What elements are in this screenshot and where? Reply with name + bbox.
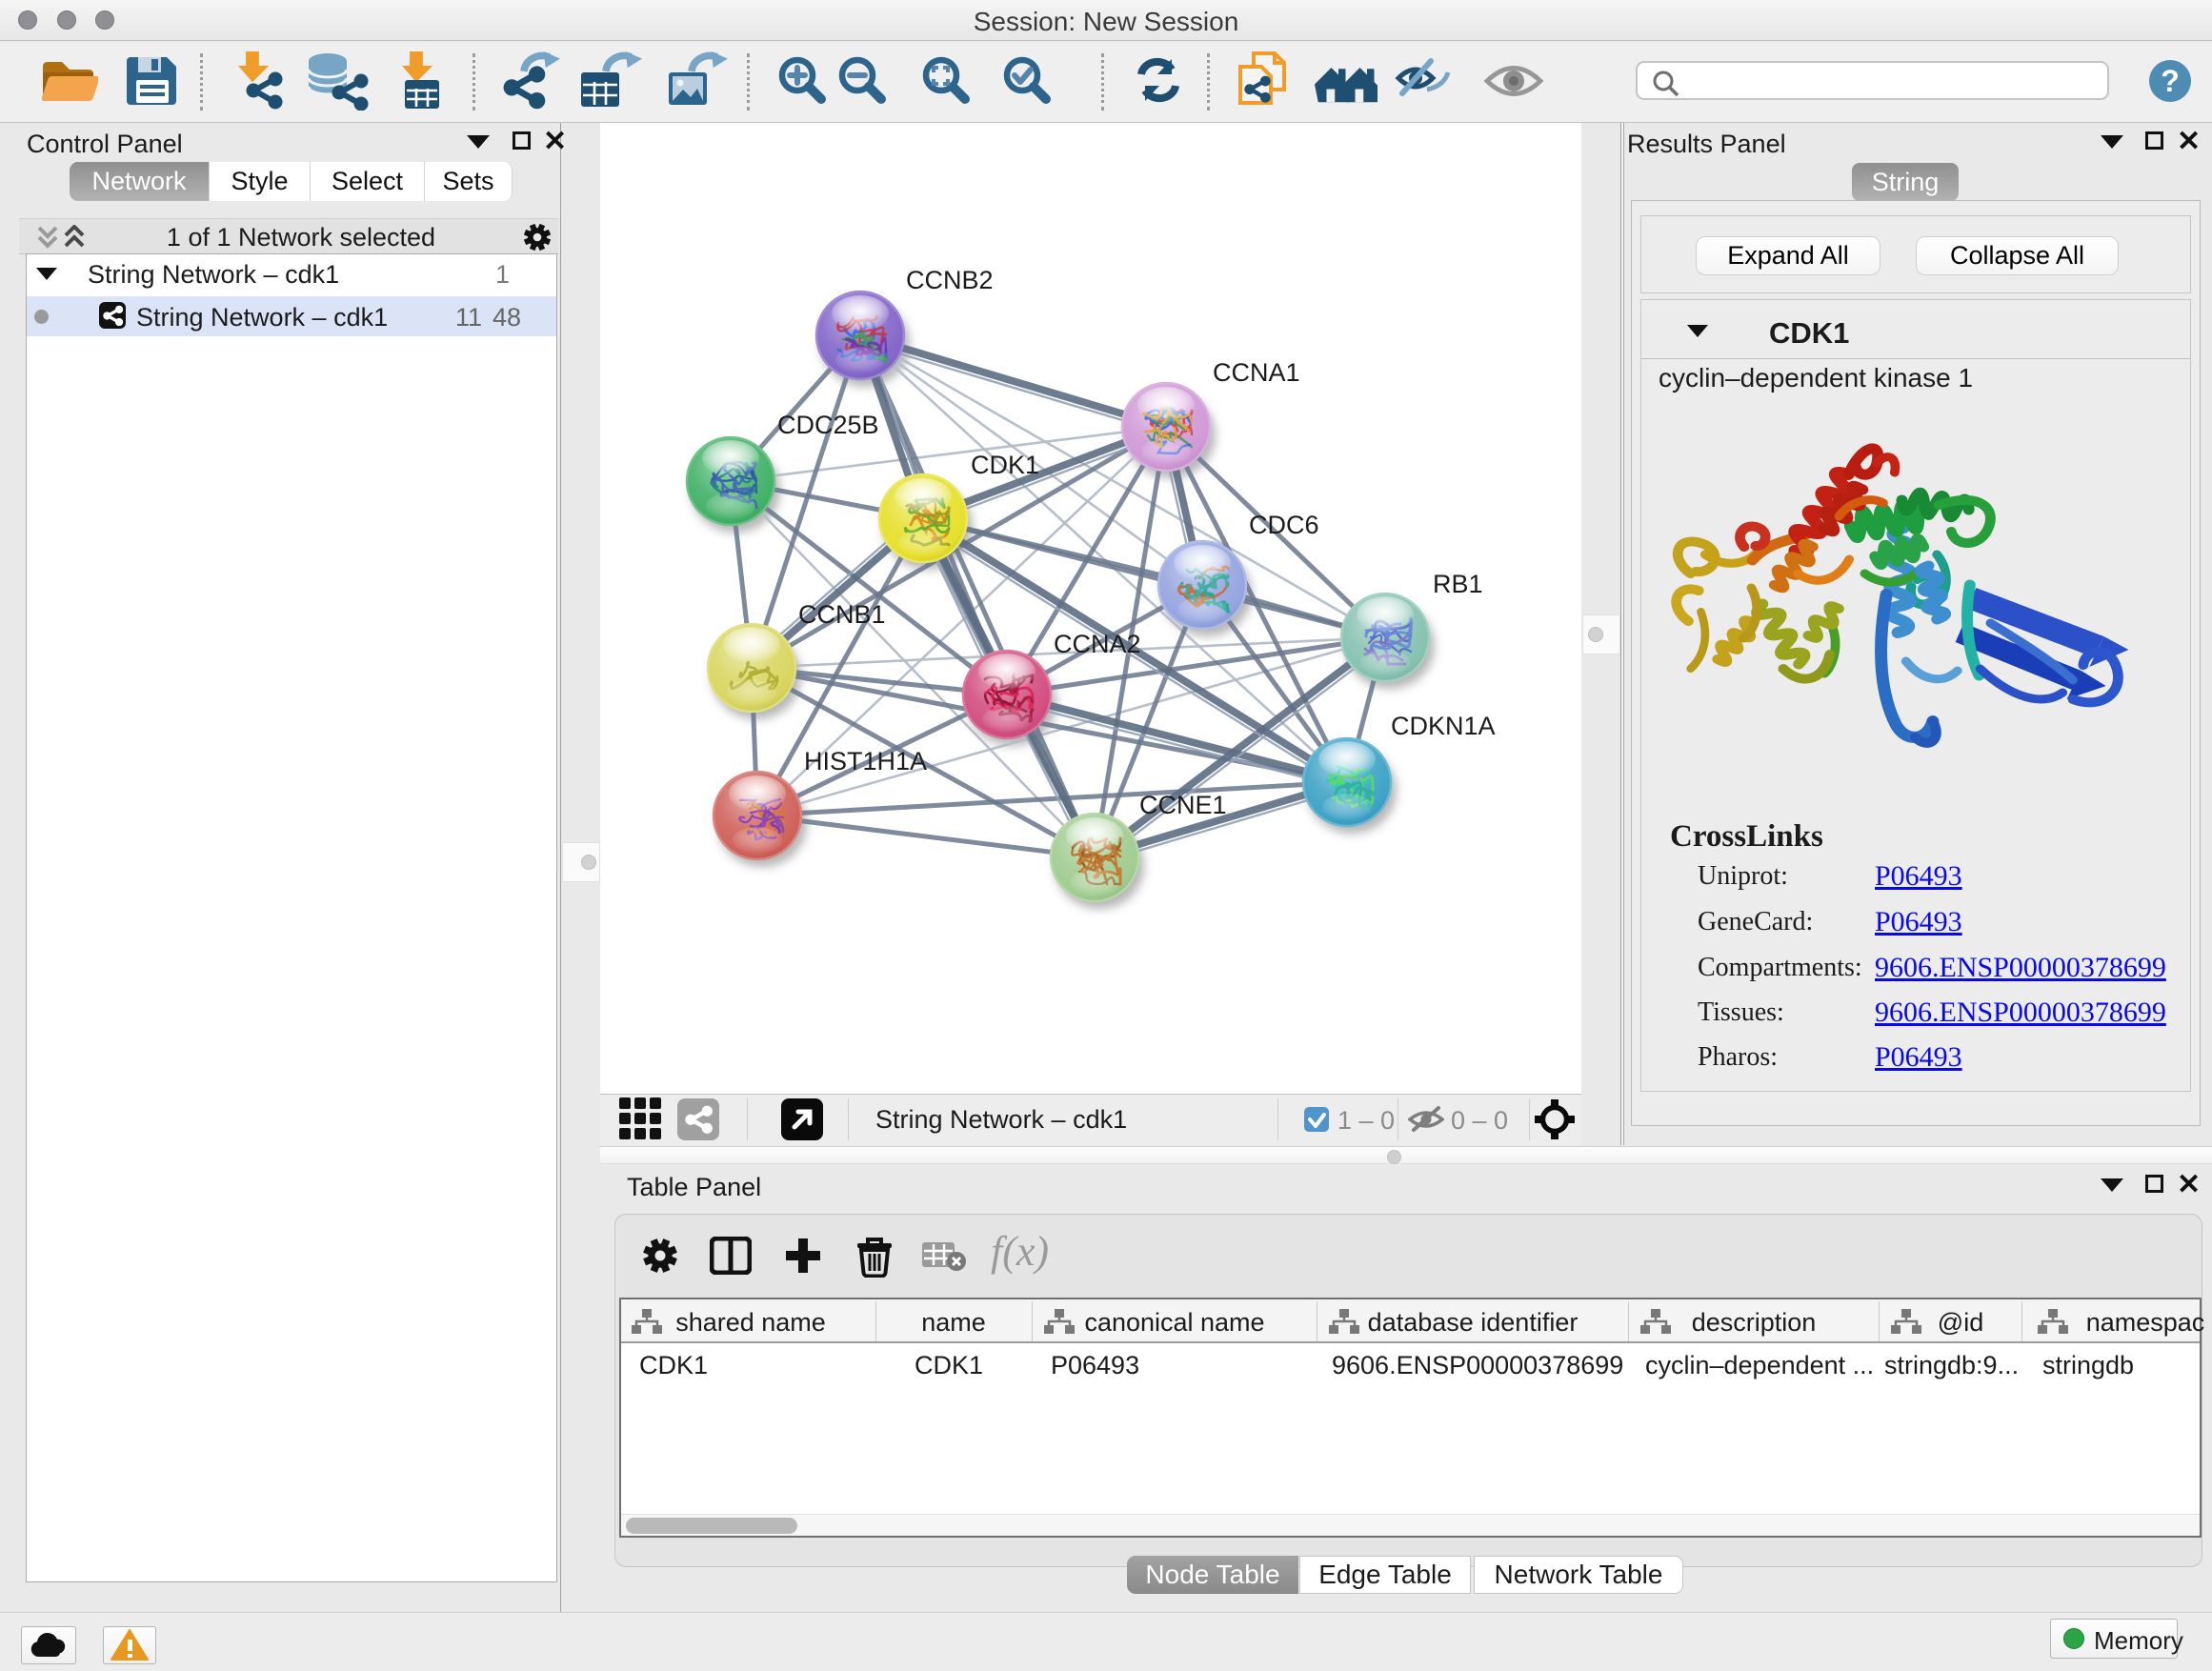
svg-text:CDKN1A: CDKN1A [1391,712,1496,740]
svg-text:CCNA2: CCNA2 [1054,630,1141,658]
svg-text:CCNE1: CCNE1 [1139,791,1227,819]
svg-text:CDC6: CDC6 [1249,511,1319,539]
svg-text:CCNB1: CCNB1 [798,600,886,629]
svg-text:HIST1H1A: HIST1H1A [804,747,927,775]
svg-text:RB1: RB1 [1433,570,1483,598]
svg-text:CDC25B: CDC25B [777,411,879,439]
svg-text:CDK1: CDK1 [971,451,1039,479]
svg-text:CCNB2: CCNB2 [906,266,994,294]
svg-text:CCNA1: CCNA1 [1213,358,1300,387]
